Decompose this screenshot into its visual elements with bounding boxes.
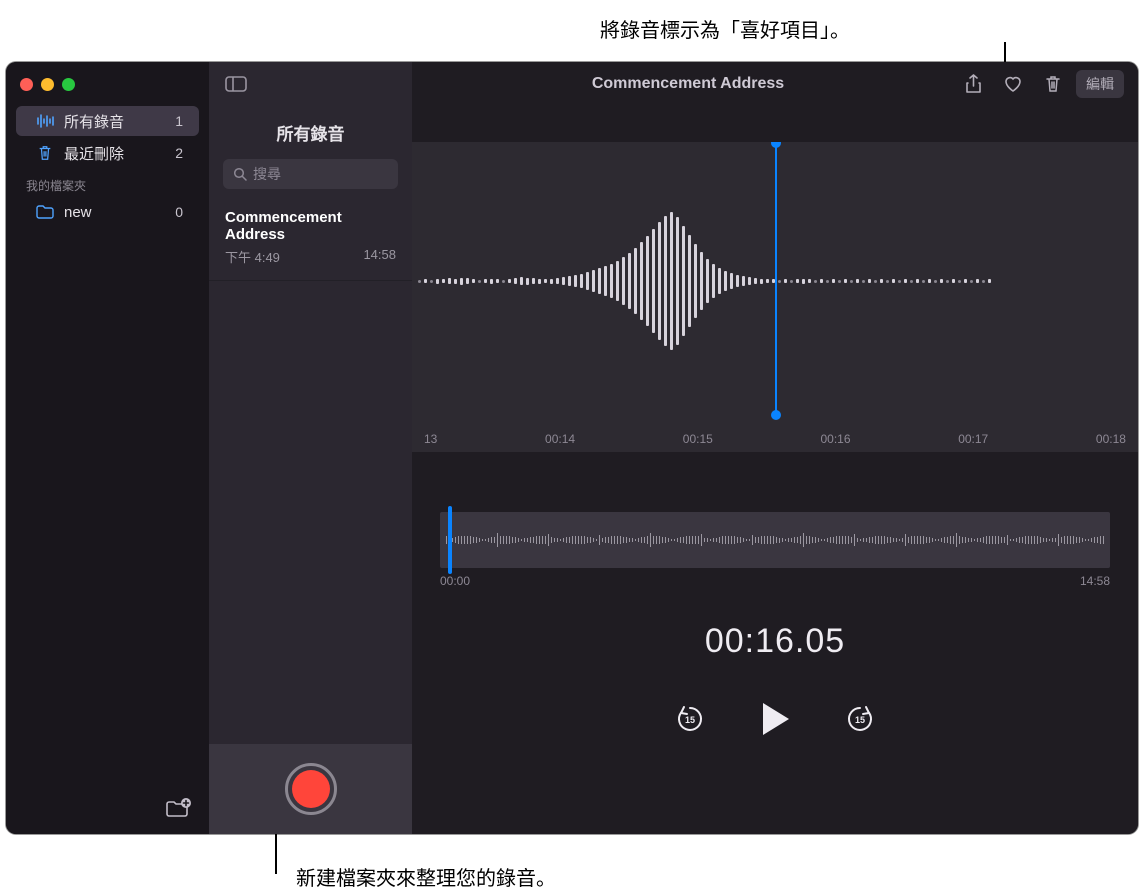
- timeline-labels: 13 00:14 00:15 00:16 00:17 00:18: [412, 432, 1138, 446]
- search-input[interactable]: 搜尋: [223, 159, 398, 189]
- overview-scrubber[interactable]: [440, 512, 1110, 568]
- folder-icon: [34, 205, 56, 219]
- skip-back-15-button[interactable]: 15: [675, 704, 705, 734]
- sidebar-item-all-recordings[interactable]: 所有錄音 1: [16, 106, 199, 136]
- sidebar-section-header: 我的檔案夾: [6, 169, 209, 196]
- record-area: [209, 744, 412, 834]
- playhead[interactable]: [775, 142, 777, 416]
- sidebar-item-label: 所有錄音: [64, 111, 175, 132]
- transport-controls: 15 15: [412, 701, 1138, 737]
- edit-button[interactable]: 編輯: [1076, 70, 1124, 98]
- window-controls: [6, 72, 209, 105]
- annotation-line: [275, 828, 277, 874]
- new-folder-button[interactable]: [165, 798, 191, 820]
- detail-panel: Commencement Address 編輯 13 00:14 00:15 0: [412, 62, 1138, 834]
- current-time-display: 00:16.05: [412, 622, 1138, 661]
- svg-text:15: 15: [855, 715, 865, 725]
- sidebar-item-label: 最近刪除: [64, 143, 175, 164]
- sidebar-item-count: 0: [175, 204, 183, 220]
- overview-end-label: 14:58: [1080, 574, 1110, 588]
- tick-label: 00:18: [1096, 432, 1126, 446]
- delete-button[interactable]: [1036, 70, 1070, 98]
- waveform-editor[interactable]: 13 00:14 00:15 00:16 00:17 00:18: [412, 142, 1138, 452]
- overview-waveform: [446, 533, 1104, 547]
- recording-time: 下午 4:49: [225, 247, 280, 266]
- record-dot-icon: [292, 770, 330, 808]
- tick-label: 00:17: [958, 432, 988, 446]
- sidebar-item-recently-deleted[interactable]: 最近刪除 2: [16, 138, 199, 168]
- sidebar-item-count: 2: [175, 145, 183, 161]
- app-window: 所有錄音 1 最近刪除 2 我的檔案夾 new 0: [6, 62, 1138, 834]
- waveform-icon: [34, 114, 56, 128]
- svg-text:15: 15: [685, 715, 695, 725]
- favorite-button[interactable]: [996, 70, 1030, 98]
- tick-label: 13: [424, 432, 437, 446]
- search-placeholder: 搜尋: [253, 164, 281, 184]
- tick-label: 00:15: [683, 432, 713, 446]
- minimize-window-button[interactable]: [41, 78, 54, 91]
- overview-playhead[interactable]: [448, 506, 452, 574]
- record-button[interactable]: [285, 763, 337, 815]
- sidebar-item-count: 1: [175, 113, 183, 129]
- sidebar: 所有錄音 1 最近刪除 2 我的檔案夾 new 0: [6, 62, 209, 834]
- annotation-new-folder: 新建檔案夾來整理您的錄音。: [296, 862, 556, 891]
- recording-name: Commencement Address: [225, 209, 396, 243]
- recording-duration: 14:58: [363, 247, 396, 266]
- trash-icon: [34, 145, 56, 161]
- detail-toolbar: Commencement Address 編輯: [412, 62, 1138, 106]
- close-window-button[interactable]: [20, 78, 33, 91]
- share-button[interactable]: [956, 70, 990, 98]
- annotation-favorite: 將錄音標示為「喜好項目」。: [600, 14, 850, 43]
- tick-label: 00:16: [820, 432, 850, 446]
- sidebar-item-label: new: [64, 204, 175, 221]
- sidebar-folder-item[interactable]: new 0: [16, 197, 199, 227]
- zoom-window-button[interactable]: [62, 78, 75, 91]
- recording-title: Commencement Address: [426, 75, 950, 93]
- list-title: 所有錄音: [209, 106, 412, 155]
- overview-start-label: 00:00: [440, 574, 470, 588]
- play-button[interactable]: [759, 701, 791, 737]
- recording-list-item[interactable]: Commencement Address 下午 4:49 14:58: [209, 197, 412, 281]
- tick-label: 00:14: [545, 432, 575, 446]
- toggle-sidebar-button[interactable]: [209, 76, 247, 92]
- search-icon: [233, 167, 247, 181]
- recordings-list-panel: 所有錄音 搜尋 Commencement Address 下午 4:49 14:…: [209, 62, 412, 834]
- skip-forward-15-button[interactable]: 15: [845, 704, 875, 734]
